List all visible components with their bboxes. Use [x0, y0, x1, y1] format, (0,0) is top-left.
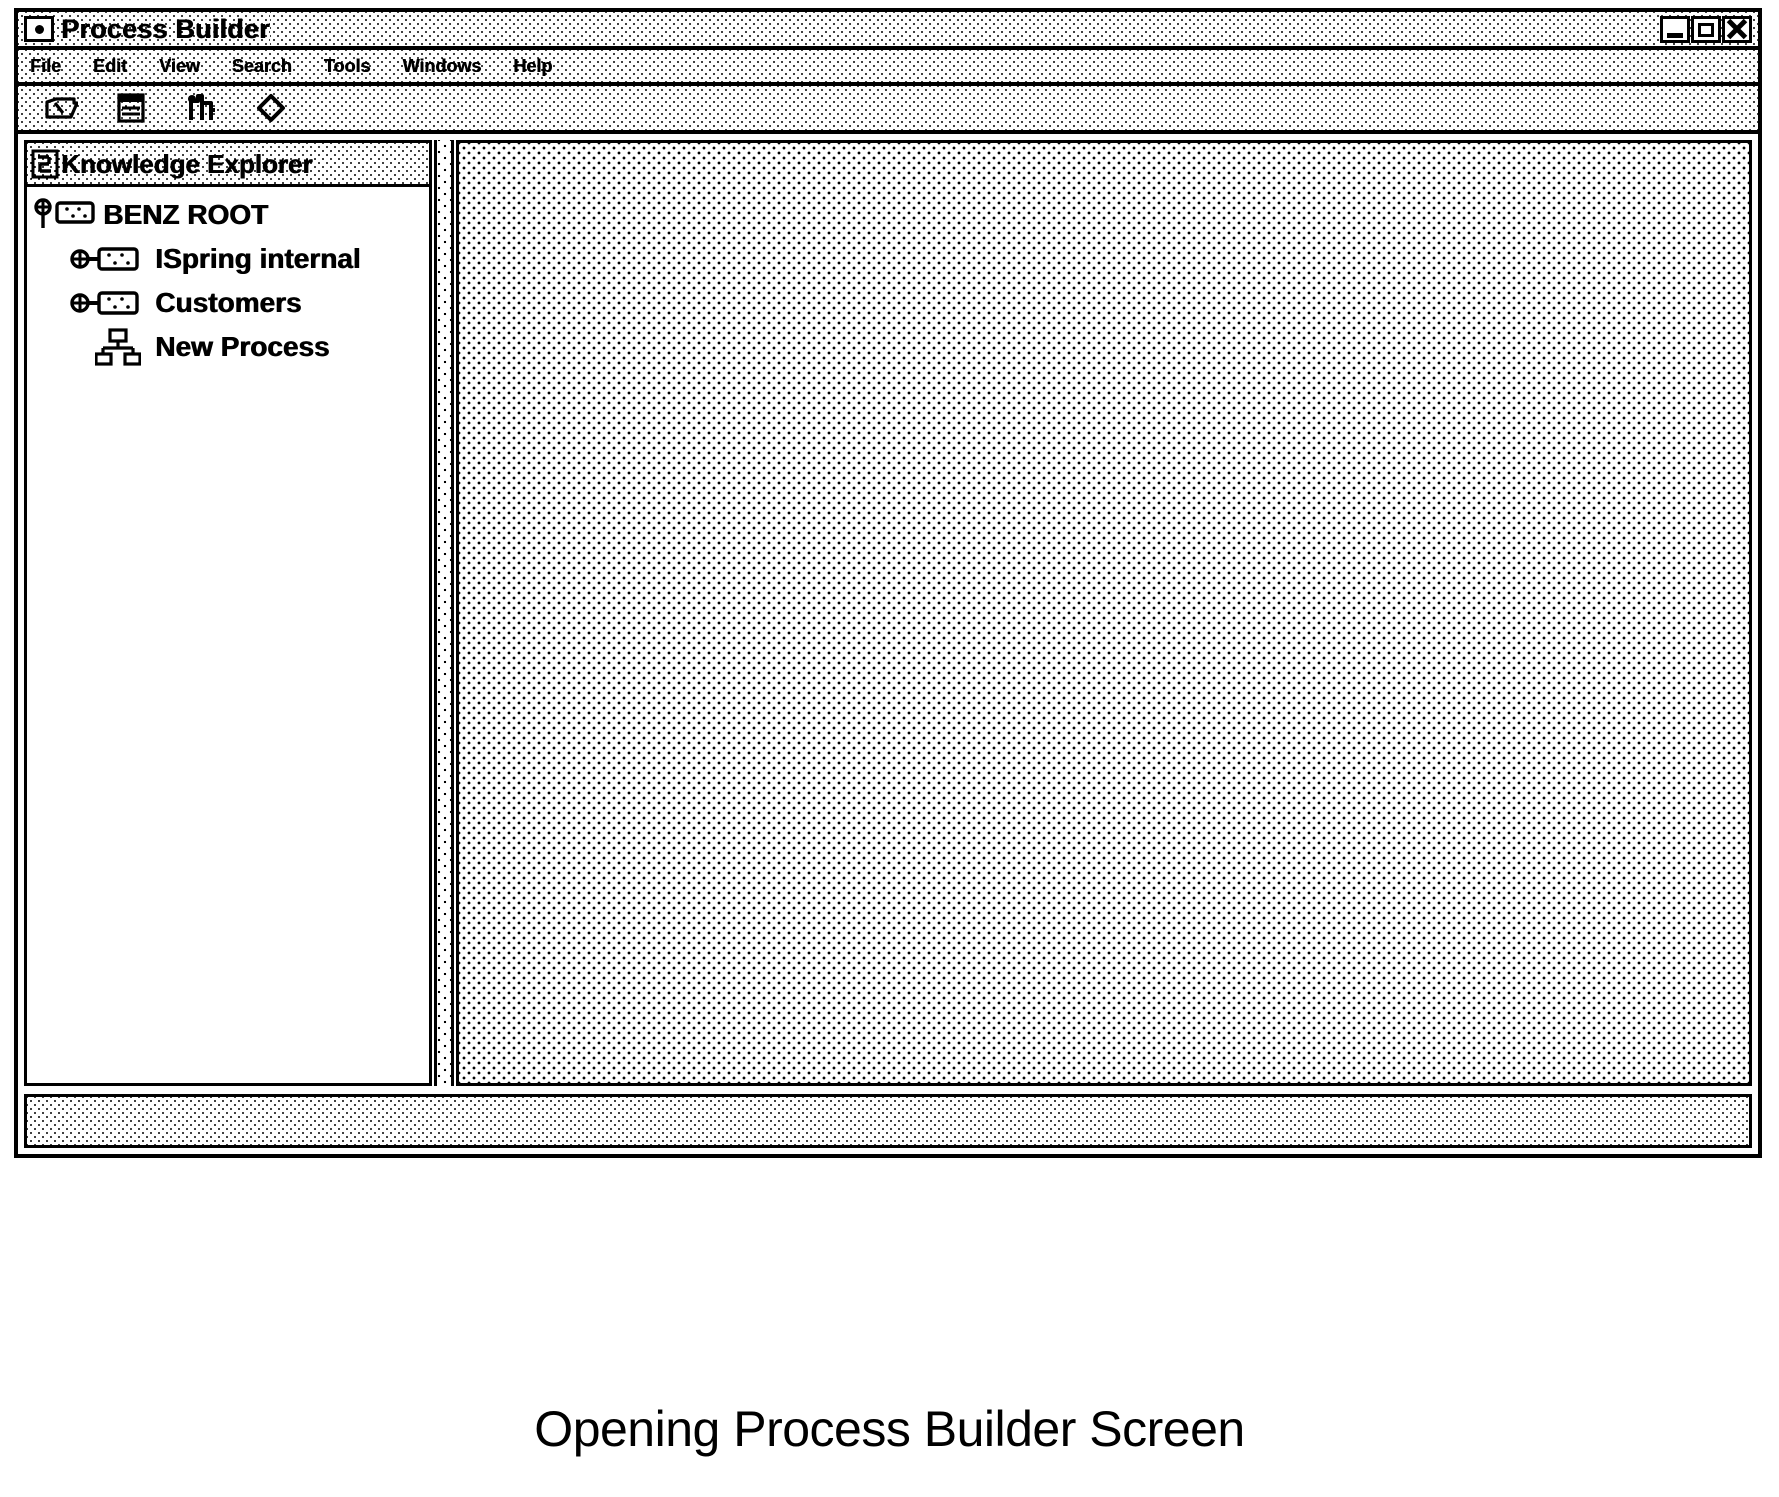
menu-item-edit[interactable]: Edit	[93, 57, 127, 75]
panel-splitter[interactable]	[434, 140, 454, 1086]
toolbar	[18, 86, 1758, 134]
diamond-icon[interactable]	[254, 92, 288, 124]
menu-item-windows[interactable]: Windows	[402, 57, 481, 75]
menu-item-file[interactable]: File	[30, 57, 61, 75]
menu-bar: File Edit View Search Tools Windows Help	[18, 50, 1758, 86]
menu-item-help[interactable]: Help	[513, 57, 552, 75]
window-controls	[1659, 12, 1758, 46]
key-node-icon	[69, 285, 145, 321]
tree-item-benz-root[interactable]: BENZ ROOT	[27, 193, 429, 237]
open-folder-icon[interactable]	[44, 92, 78, 124]
knowledge-explorer-header: Knowledge Explorer	[27, 143, 429, 187]
title-bar-filler	[269, 12, 1659, 46]
close-button[interactable]	[1722, 15, 1752, 43]
app-icon-dot	[34, 24, 44, 34]
explorer-panel-icon	[31, 149, 59, 179]
process-hierarchy-icon	[95, 327, 141, 367]
tree-item-new-process[interactable]: New Process	[27, 325, 429, 369]
process-builder-window: Process Builder File Edit View Search To…	[14, 8, 1762, 1158]
figure-caption: Opening Process Builder Screen	[534, 1401, 1245, 1457]
status-bar	[24, 1094, 1752, 1148]
window-body: Knowledge Explorer BENZ ROOT ISpring int…	[18, 134, 1758, 1086]
minimize-button[interactable]	[1660, 15, 1690, 43]
tree-item-label: ISpring internal	[155, 243, 361, 274]
maximize-icon	[1698, 22, 1714, 37]
process-canvas[interactable]	[456, 140, 1752, 1086]
tree-item-label: New Process	[155, 331, 330, 362]
menu-item-tools[interactable]: Tools	[324, 57, 371, 75]
menu-item-view[interactable]: View	[159, 57, 200, 75]
app-window-icon	[24, 16, 54, 42]
tree-item-customers[interactable]: Customers	[27, 281, 429, 325]
key-node-icon	[33, 195, 99, 235]
menu-item-search[interactable]: Search	[232, 57, 292, 75]
title-bar: Process Builder	[18, 12, 1758, 50]
tree-item-label: BENZ ROOT	[103, 199, 268, 230]
knowledge-explorer-tree[interactable]: BENZ ROOT ISpring internal Customers New…	[27, 187, 429, 1083]
knowledge-explorer-title: Knowledge Explorer	[61, 148, 313, 179]
maximize-button[interactable]	[1691, 15, 1721, 43]
document-list-icon[interactable]	[114, 92, 148, 124]
knowledge-explorer-panel: Knowledge Explorer BENZ ROOT ISpring int…	[24, 140, 432, 1086]
tree-item-label: Customers	[155, 287, 302, 318]
window-title: Process Builder	[61, 13, 270, 44]
tree-item-ispring-internal[interactable]: ISpring internal	[27, 237, 429, 281]
key-icon[interactable]	[184, 92, 218, 124]
key-node-icon	[69, 241, 145, 277]
